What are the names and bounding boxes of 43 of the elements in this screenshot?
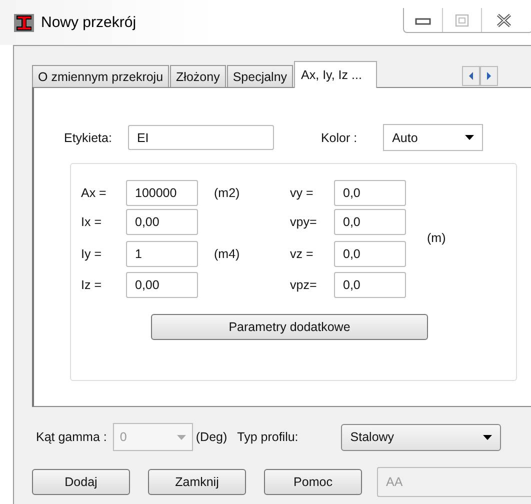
color-dropdown[interactable]: Auto [383, 124, 484, 151]
profile-dropdown[interactable]: Stalowy [341, 424, 502, 450]
tab[interactable]: O zmiennym przekroju [32, 65, 170, 87]
unit-label: (m) [427, 231, 447, 245]
color-caption: Kolor : [320, 130, 358, 144]
unit-label: (m2) [214, 186, 241, 200]
null[interactable]: Dodaj [32, 469, 130, 495]
property-label: vy = [290, 186, 314, 200]
property-label: vpy= [290, 215, 318, 229]
property-input[interactable]: 0,0 [334, 180, 406, 206]
property-label: Ix = [81, 215, 102, 229]
property-label: vz = [290, 247, 314, 261]
property-input[interactable]: 0,00 [126, 272, 198, 298]
null[interactable]: Zamknij [148, 469, 246, 495]
property-input[interactable]: 0,0 [334, 209, 406, 235]
profile-caption: Typ profilu: [237, 430, 298, 444]
gamma-caption: Kąt gamma : [36, 430, 107, 444]
scroll-left-icon[interactable] [462, 66, 480, 86]
property-input[interactable]: 0,0 [334, 241, 406, 267]
dropdown-arrow-icon [465, 135, 474, 140]
label-input[interactable]: EI [128, 125, 274, 150]
tab[interactable]: Ax, Iy, Iz ... [294, 61, 377, 88]
null[interactable]: Pomoc [264, 469, 362, 495]
property-label: vpz= [290, 278, 318, 292]
dropdown-arrow-icon [176, 434, 186, 440]
property-input[interactable]: 0,00 [126, 209, 198, 235]
unit-label: (Deg) [196, 430, 228, 444]
label-caption: Etykieta: [64, 130, 112, 144]
null[interactable]: Parametry dodatkowe [151, 314, 428, 340]
property-input[interactable]: 0,0 [334, 272, 406, 298]
property-input[interactable]: 100000 [126, 180, 198, 206]
close-icon[interactable] [496, 12, 512, 28]
window-title: Nowy przekrój [41, 14, 136, 31]
scroll-right-icon[interactable] [480, 66, 498, 86]
app-icon [14, 14, 34, 32]
property-label: Iz = [81, 278, 102, 292]
unit-label: (m4) [214, 247, 241, 261]
dropdown-arrow-icon [483, 434, 492, 440]
property-input[interactable]: 1 [126, 241, 198, 267]
property-label: Iy = [81, 247, 102, 261]
tab[interactable]: Złożony [170, 65, 226, 87]
property-label: Ax = [81, 186, 108, 200]
tab[interactable]: Specjalny [226, 65, 294, 87]
